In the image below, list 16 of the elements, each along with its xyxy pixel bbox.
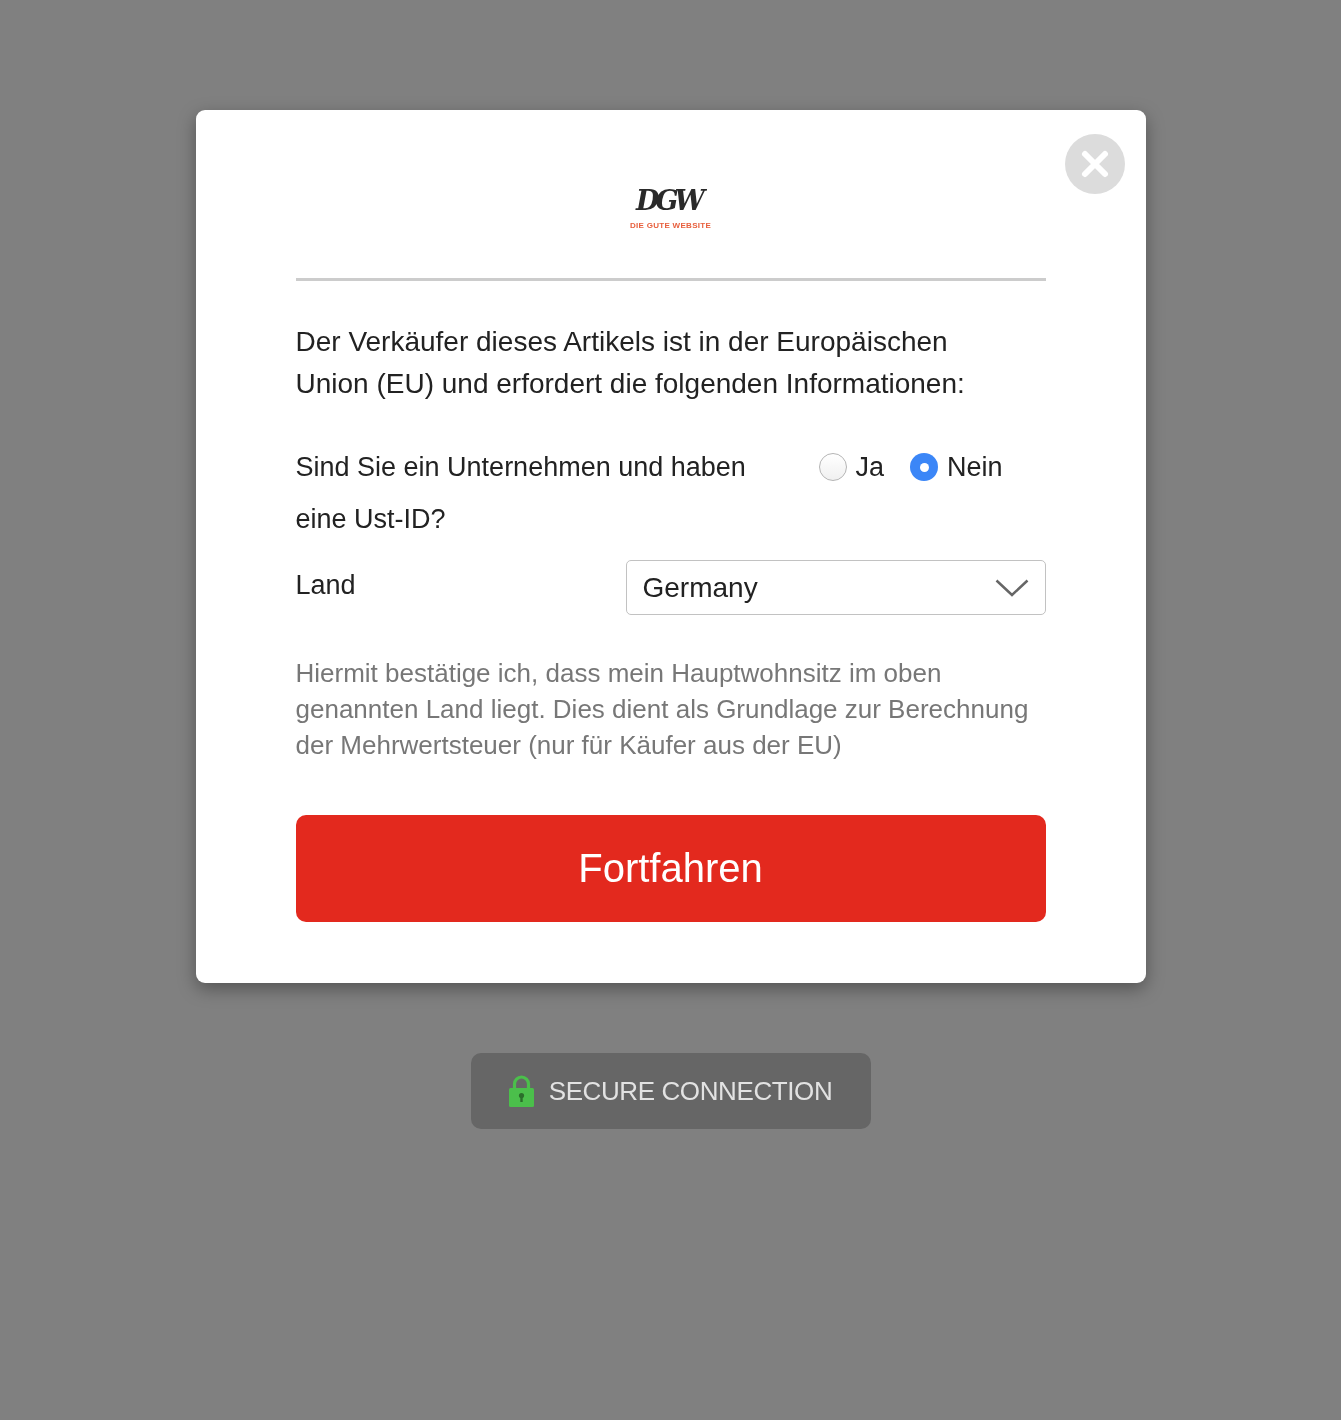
logo-tagline: DIE GUTE WEBSITE — [629, 221, 712, 231]
lock-icon — [508, 1075, 534, 1107]
radio-option[interactable]: Ja — [818, 451, 885, 483]
question-label: Sind Sie ein Unternehmen und haben eine Ust-ID? — [295, 451, 747, 536]
continue-button[interactable]: Fortfahren — [295, 815, 1046, 922]
logo-mark: DGW — [636, 185, 705, 217]
radio-button-icon[interactable] — [818, 453, 847, 481]
secure-connection-label: SECURE CONNECTION — [548, 1075, 833, 1107]
radio-option[interactable]: Nein — [910, 451, 1003, 483]
notice-text: Hiermit bestätige ich, dass mein Hauptwohnsitz im oben genannten Land liegt. Dies dient als Grundlage zur Berechnung der Mehrwertsteuer (nur für Käufer aus der EU) — [295, 657, 1030, 762]
close-icon — [1079, 149, 1110, 179]
radio-button-icon[interactable] — [910, 453, 939, 481]
intro-text: Der Verkäufer dieses Artikels ist in der Europäischen Union (EU) und erfordert die folgenden Informationen: — [295, 325, 966, 401]
chevron-down-icon — [994, 578, 1029, 597]
country-label: Land — [295, 570, 356, 601]
country-select[interactable]: Germany — [625, 560, 1046, 615]
